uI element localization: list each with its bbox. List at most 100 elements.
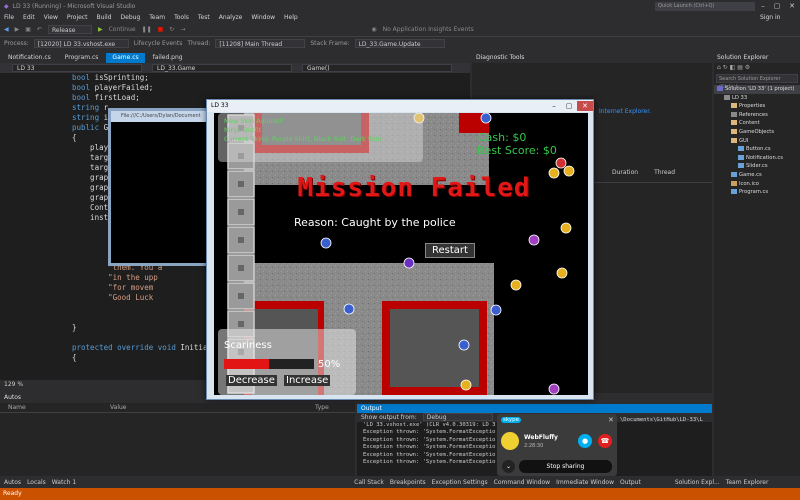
code-line[interactable]: "Good Luck xyxy=(72,293,212,303)
code-line[interactable]: } xyxy=(72,323,212,333)
code-line[interactable]: bool playerFailed; xyxy=(72,83,212,93)
code-line[interactable]: bool isSprinting; xyxy=(72,73,212,83)
chevron-down-icon[interactable]: ⌄ xyxy=(502,460,515,473)
watch-tab[interactable]: Watch 1 xyxy=(52,479,76,486)
game-minimize-icon[interactable]: – xyxy=(547,101,561,111)
hang-up-icon[interactable]: ☎ xyxy=(598,434,612,448)
class-dropdown[interactable]: LD_33.Game xyxy=(152,64,292,72)
tab-failed-png[interactable]: failed.png xyxy=(146,53,189,63)
continue-button[interactable]: Continue xyxy=(109,26,136,33)
menu-debug[interactable]: Debug xyxy=(121,14,141,21)
solution-item[interactable]: Program.cs xyxy=(714,188,800,197)
menu-view[interactable]: View xyxy=(44,14,58,21)
code-line[interactable] xyxy=(72,333,212,343)
solution-item[interactable]: Icon.ico xyxy=(714,180,800,189)
maximize-icon[interactable]: ▢ xyxy=(770,1,784,11)
solution-item[interactable]: Solution 'LD 33' (1 project) xyxy=(714,85,800,94)
call-stack-tab[interactable]: Call Stack xyxy=(354,479,384,486)
autos-header: Name Value Type xyxy=(0,403,355,413)
microphone-icon[interactable]: ● xyxy=(578,434,592,448)
solution-item[interactable]: Slider.cs xyxy=(714,162,800,171)
insights-label[interactable]: No Application Insights Events xyxy=(383,26,474,33)
immediate-window-tab[interactable]: Immediate Window xyxy=(556,479,614,486)
forward-icon[interactable]: ▶ xyxy=(15,26,20,33)
notification-line: New Skin Aquired! xyxy=(224,117,284,125)
game-maximize-icon[interactable]: ▢ xyxy=(562,101,576,111)
close-icon[interactable]: ✕ xyxy=(785,1,799,11)
quick-launch-input[interactable]: Quick Launch (Ctrl+Q) xyxy=(655,2,755,11)
save-icon[interactable]: ▣ xyxy=(25,26,31,33)
menu-analyze[interactable]: Analyze xyxy=(219,14,243,21)
member-dropdown[interactable]: Game() xyxy=(302,64,452,72)
team-explorer-tab[interactable]: Team Explorer xyxy=(726,479,769,486)
solution-item[interactable]: GameObjects xyxy=(714,128,800,137)
menu-tools[interactable]: Tools xyxy=(174,14,189,21)
solution-item[interactable]: Content xyxy=(714,119,800,128)
menu-help[interactable]: Help xyxy=(284,14,298,21)
solution-search-input[interactable]: Search Solution Explorer (Ctrl+;) xyxy=(716,74,798,90)
stop-icon[interactable]: ■ xyxy=(158,26,164,33)
solution-item[interactable]: Game.cs xyxy=(714,171,800,180)
tab-game[interactable]: Game.cs xyxy=(106,53,145,63)
code-line[interactable]: { xyxy=(72,353,212,363)
menu-window[interactable]: Window xyxy=(251,14,275,21)
lifecycle-button[interactable]: Lifecycle Events xyxy=(134,40,183,47)
solution-item[interactable]: LD 33 xyxy=(714,94,800,103)
stop-sharing-button[interactable]: Stop sharing xyxy=(519,460,612,473)
tab-program[interactable]: Program.cs xyxy=(58,53,105,63)
locals-tab[interactable]: Locals xyxy=(27,479,46,486)
code-line[interactable]: "in the upp xyxy=(72,273,212,283)
restart-icon[interactable]: ↻ xyxy=(169,26,174,33)
thread-dropdown[interactable]: [11208] Main Thread xyxy=(215,38,306,48)
decrease-button[interactable]: Decrease xyxy=(226,375,277,386)
code-line[interactable] xyxy=(72,313,212,323)
code-line[interactable] xyxy=(72,303,212,313)
solution-item[interactable]: Properties xyxy=(714,102,800,111)
game-close-icon[interactable]: ✕ xyxy=(577,101,593,111)
menu-test[interactable]: Test xyxy=(198,14,210,21)
undo-icon[interactable]: ↶ xyxy=(37,26,42,33)
diagnostic-link[interactable]: Internet Explorer. xyxy=(599,108,651,115)
mission-failed-title: Mission Failed xyxy=(297,173,531,203)
command-window-tab[interactable]: Command Window xyxy=(494,479,550,486)
solution-item[interactable]: Notification.cs xyxy=(714,154,800,163)
config-dropdown[interactable]: Release xyxy=(47,25,92,34)
code-line[interactable]: "for movem xyxy=(72,283,212,293)
menu-project[interactable]: Project xyxy=(67,14,88,21)
game-window[interactable]: LD 33 – ▢ ✕ New Skin Aquired! Ninja Outf… xyxy=(206,99,594,400)
solution-item[interactable]: Button.cs xyxy=(714,145,800,154)
project-dropdown[interactable]: LD 33 xyxy=(12,64,142,72)
npc-marker xyxy=(548,383,560,395)
breakpoints-tab[interactable]: Breakpoints xyxy=(390,479,426,486)
stack-frame-dropdown[interactable]: LD_33.Game.Update xyxy=(354,38,445,48)
solution-item-label: Program.cs xyxy=(739,189,769,196)
solution-explorer-tab[interactable]: Solution Expl... xyxy=(675,479,720,486)
back-icon[interactable]: ◀ xyxy=(4,26,9,33)
output-tab[interactable]: Output xyxy=(620,479,641,486)
output-source-dropdown[interactable]: Debug xyxy=(422,413,493,421)
skype-close-icon[interactable]: ✕ xyxy=(608,416,614,424)
step-icon[interactable]: → xyxy=(180,26,185,33)
code-line[interactable]: protected override void Initial xyxy=(72,343,212,353)
scariness-bar[interactable] xyxy=(224,359,314,369)
minimize-icon[interactable]: – xyxy=(756,1,770,11)
solution-item[interactable]: References xyxy=(714,111,800,120)
solution-item[interactable]: GUI xyxy=(714,137,800,146)
exception-settings-tab[interactable]: Exception Settings xyxy=(432,479,488,486)
code-line[interactable]: bool firstLoad; xyxy=(72,93,212,103)
autos-tab[interactable]: Autos xyxy=(4,479,21,486)
menu-edit[interactable]: Edit xyxy=(23,14,35,21)
continue-icon[interactable]: ▶ xyxy=(98,26,103,33)
sign-in-link[interactable]: Sign in xyxy=(760,14,780,21)
process-dropdown[interactable]: [12020] LD 33.vshost.exe xyxy=(33,38,129,48)
autos-panel: Autos Name Value Type xyxy=(0,393,355,476)
menu-file[interactable]: File xyxy=(4,14,14,21)
restart-button[interactable]: Restart xyxy=(425,243,475,258)
game-canvas[interactable]: New Skin Aquired! Ninja Outfit Current Ski… xyxy=(214,113,588,395)
pause-icon[interactable]: ❚❚ xyxy=(142,26,152,33)
menu-team[interactable]: Team xyxy=(149,14,165,21)
solution-item-label: References xyxy=(739,111,768,118)
tab-notification[interactable]: Notification.cs xyxy=(2,53,57,63)
increase-button[interactable]: Increase xyxy=(284,375,331,386)
menu-build[interactable]: Build xyxy=(96,14,111,21)
